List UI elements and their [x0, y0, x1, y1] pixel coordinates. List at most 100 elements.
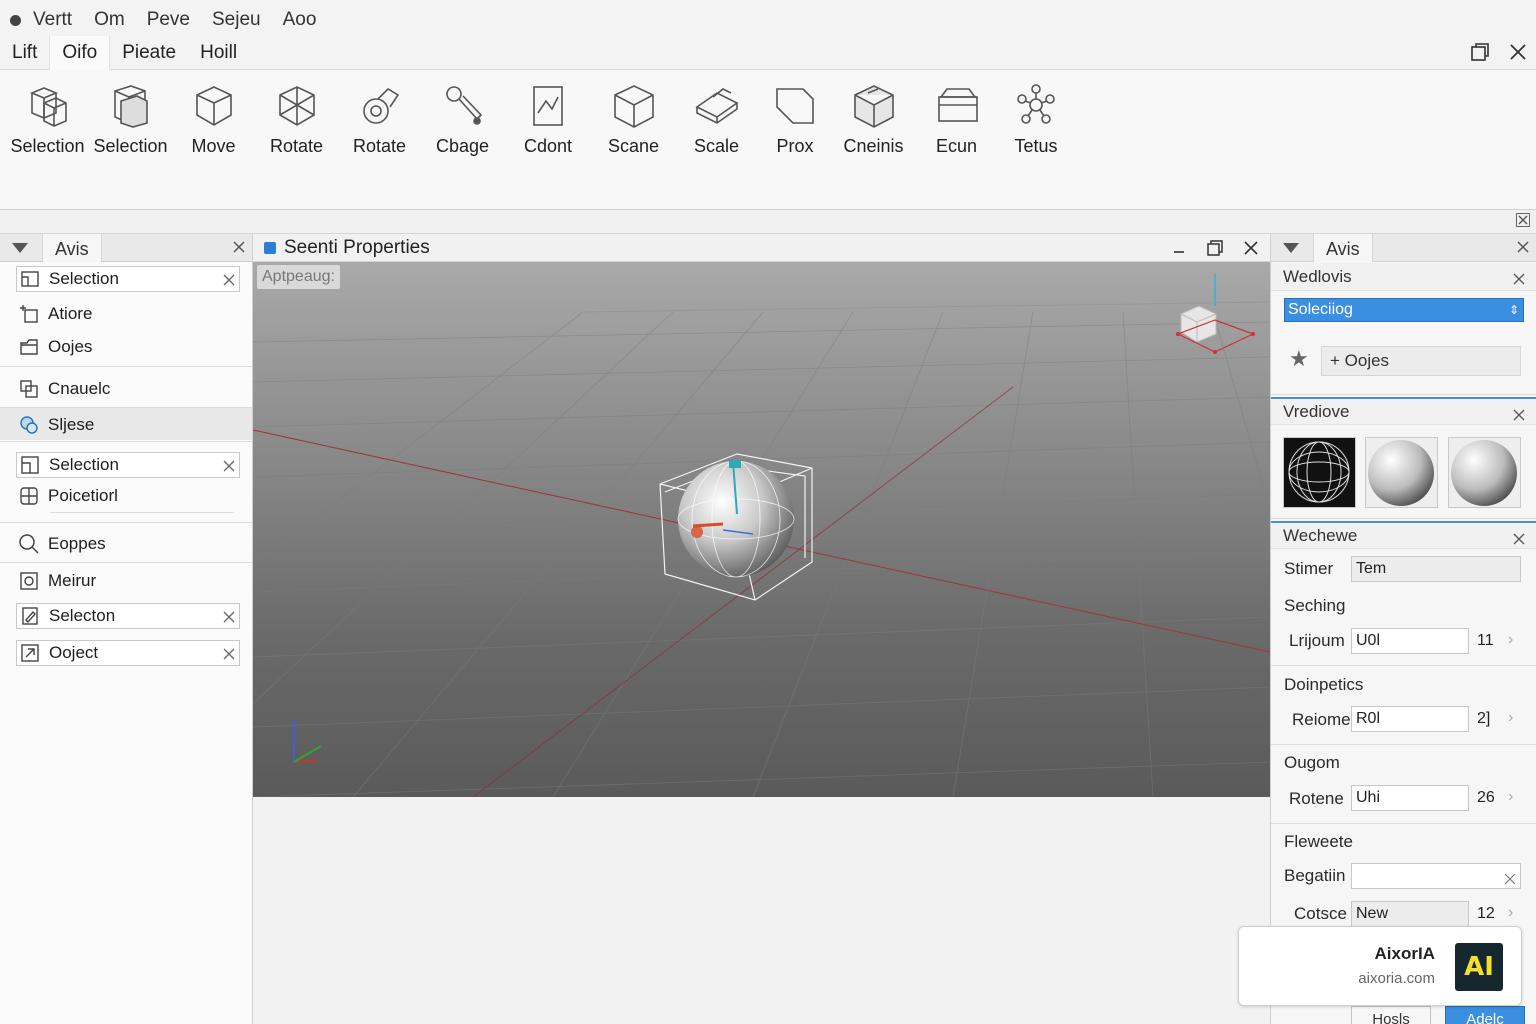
prop-value: R0l [1356, 710, 1381, 727]
chevron-right-icon[interactable]: › [1508, 788, 1513, 806]
tool-cbage[interactable]: Cbage [421, 80, 504, 157]
tool-cneinis[interactable]: Cneinis [832, 80, 915, 157]
timeline-area [253, 797, 1270, 1024]
close-viewport-icon[interactable] [1240, 237, 1262, 259]
right-panel: Avis Wedlovis Soleciiog ⇕ ★ + Oojes Vred… [1270, 233, 1536, 1024]
material-preview-wireframe[interactable] [1283, 437, 1356, 508]
remove-icon[interactable] [223, 645, 235, 665]
close-section-icon[interactable] [1513, 406, 1525, 426]
list-item-atiore[interactable]: Atiore [18, 301, 92, 327]
list-item-meirur[interactable]: Meirur [18, 568, 96, 594]
close-panel-icon[interactable] [232, 240, 246, 259]
prop-field-reiome[interactable]: R0l [1351, 706, 1469, 732]
list-item-sljese[interactable]: Sljese [18, 412, 94, 438]
divider [0, 562, 252, 563]
tab-pieate[interactable]: Pieate [110, 36, 188, 70]
tool-cdont[interactable]: Cdont [504, 80, 592, 157]
favorite-star-icon[interactable]: ★ [1289, 346, 1309, 372]
clear-icon[interactable] [1504, 869, 1516, 893]
restore-window-icon[interactable] [1468, 40, 1492, 64]
left-panel-tab[interactable]: Avis [42, 233, 102, 262]
right-panel-header: Avis [1271, 233, 1536, 262]
duplicate-icon [18, 378, 40, 400]
close-section-icon[interactable] [1513, 530, 1525, 550]
minimize-icon[interactable] [1168, 237, 1190, 259]
tab-lift[interactable]: Lift [0, 36, 49, 70]
tool-label: Scale [693, 136, 740, 156]
list-item-ooject[interactable]: Ooject [16, 640, 240, 666]
chevron-right-icon[interactable]: › [1508, 709, 1513, 727]
section-vrediove-header[interactable]: Vrediove [1271, 397, 1536, 425]
material-preview-smooth[interactable] [1365, 437, 1438, 508]
divider [1271, 518, 1536, 519]
apply-button[interactable]: Adelc [1445, 1006, 1525, 1024]
collapse-triangle-icon[interactable] [12, 242, 28, 253]
tool-selection[interactable]: Selection [6, 80, 89, 157]
tool-prox[interactable]: Prox [758, 80, 832, 157]
tool-ecun[interactable]: Ecun [915, 80, 998, 157]
sphere-object [678, 461, 794, 577]
tool-rotate-2[interactable]: Rotate [338, 80, 421, 157]
add-object-button[interactable]: + Oojes [1321, 346, 1521, 376]
window-menu-item[interactable]: Vertt [33, 9, 72, 31]
close-window-icon[interactable] [1506, 40, 1530, 64]
selection-dropdown[interactable]: Soleciiog ⇕ [1284, 298, 1524, 322]
close-section-icon[interactable] [1513, 270, 1525, 290]
panel-icon [524, 80, 572, 132]
tool-rotate[interactable]: Rotate [255, 80, 338, 157]
prop-value: New [1356, 905, 1389, 922]
tool-tetus[interactable]: Tetus [998, 80, 1074, 157]
list-item-oojes[interactable]: Oojes [18, 334, 92, 360]
prop-number: 2] [1477, 710, 1491, 727]
tab-hoill[interactable]: Hoill [188, 36, 249, 70]
list-item-selection-2[interactable]: Selection [16, 452, 240, 478]
window-menu-item[interactable]: Aoo [283, 9, 317, 31]
list-item-cnauelc[interactable]: Cnauelc [18, 376, 110, 402]
tool-scane[interactable]: Scane [592, 80, 675, 157]
list-item-poicetiorl[interactable]: Poicetiorl [18, 483, 118, 509]
list-item-label: Meirur [48, 571, 97, 590]
section-wechewe-header[interactable]: Wechewe [1271, 521, 1536, 549]
window-menu-item[interactable]: Peve [147, 9, 190, 31]
right-panel-tab[interactable]: Avis [1313, 233, 1373, 262]
collapse-triangle-icon[interactable] [1283, 242, 1299, 253]
prop-field-lrijoum[interactable]: U0l [1351, 628, 1469, 654]
remove-icon[interactable] [223, 271, 235, 291]
prop-field-rotene[interactable]: Uhi [1351, 785, 1469, 811]
close-dock-icon[interactable] [1516, 213, 1530, 232]
prop-group-label: Ougom [1284, 753, 1340, 772]
secondary-button[interactable]: Hosls [1351, 1006, 1431, 1024]
prop-select-stimer[interactable]: Tem [1351, 556, 1521, 582]
prop-number: 12 [1477, 905, 1495, 922]
divider [1271, 823, 1536, 824]
material-preview-matte[interactable] [1448, 437, 1521, 508]
window-menu-item[interactable]: Sejeu [212, 9, 261, 31]
list-item-eoppes[interactable]: Eoppes [18, 531, 106, 557]
tool-move[interactable]: Move [172, 80, 255, 157]
restore-icon[interactable] [1204, 237, 1226, 259]
remove-icon[interactable] [223, 457, 235, 477]
tool-label: Rotate [269, 136, 324, 156]
prop-select-cotsce[interactable]: New [1351, 901, 1469, 927]
wand-icon [439, 80, 487, 132]
list-item-selecton[interactable]: Selecton [16, 603, 240, 629]
viewport-title: Seenti Properties [284, 236, 430, 258]
viewport-label: Aptpeaug: [257, 265, 340, 289]
tab-oifo[interactable]: Oifo [49, 35, 111, 70]
chevron-right-icon[interactable]: › [1508, 904, 1513, 922]
tool-selection-2[interactable]: Selection [89, 80, 172, 157]
list-item-label: Selecton [49, 606, 116, 625]
remove-icon[interactable] [223, 608, 235, 628]
section-wedlovis-header[interactable]: Wedlovis [1271, 263, 1536, 291]
prop-group-label: Doinpetics [1284, 675, 1364, 694]
tool-scale[interactable]: Scale [675, 80, 758, 157]
section-title: Vrediove [1283, 401, 1350, 421]
window-menu-item[interactable]: Om [94, 9, 125, 31]
list-item-label: Ooject [49, 643, 99, 662]
prop-field-begatiin[interactable] [1351, 863, 1521, 889]
scale-plane-icon [693, 80, 741, 132]
chevron-right-icon[interactable]: › [1508, 631, 1513, 649]
list-item-selection[interactable]: Selection [16, 266, 240, 292]
3d-viewport[interactable]: Aptpeaug: [253, 262, 1270, 797]
close-panel-icon[interactable] [1516, 240, 1530, 259]
